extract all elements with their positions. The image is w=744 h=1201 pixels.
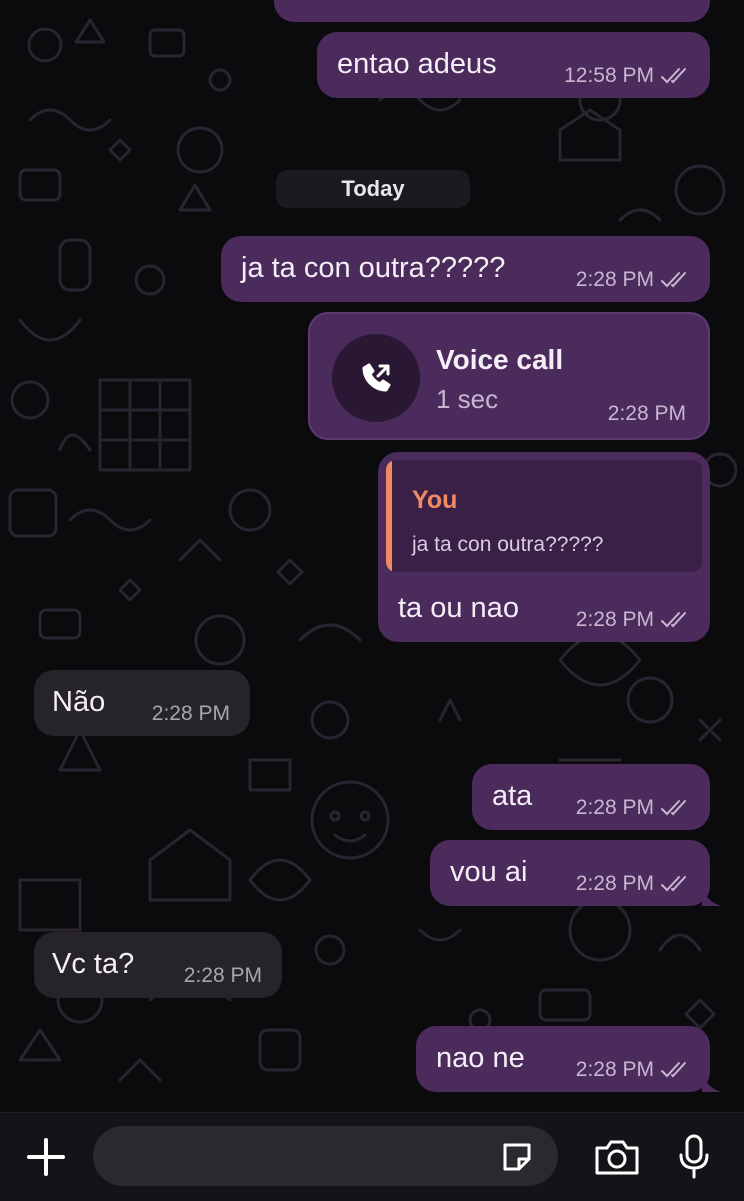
message-time: 2:28 PM: [575, 872, 654, 895]
message-text: Não: [52, 686, 106, 718]
message-bubble-incoming[interactable]: Vc ta? 2:28 PM: [34, 932, 282, 998]
sticker-button[interactable]: [498, 1138, 536, 1176]
message-meta: 2:28 PM: [576, 797, 690, 818]
message-input[interactable]: [93, 1126, 558, 1186]
voice-call-bubble[interactable]: Voice call 1 sec 2:28 PM: [308, 312, 710, 440]
message-time: 2:28 PM: [151, 702, 230, 725]
message-bubble-outgoing[interactable]: [274, 0, 710, 22]
sticker-icon: [503, 1143, 531, 1171]
call-duration: 1 sec: [436, 384, 499, 414]
message-text: entao adeus: [337, 48, 497, 80]
bubble-tail: [702, 886, 722, 906]
double-check-icon: [661, 271, 686, 287]
message-meta: 2:28 PM: [576, 269, 690, 290]
call-title: Voice call: [436, 344, 564, 375]
message-bubble-outgoing[interactable]: ja ta con outra????? 2:28 PM: [221, 236, 710, 302]
message-time: 2:28 PM: [575, 1058, 654, 1081]
message-bubble-outgoing[interactable]: entao adeus 12:58 PM: [317, 32, 710, 98]
message-meta: 12:58 PM: [564, 65, 690, 86]
call-icon-circle: [332, 334, 420, 422]
message-meta: 2:28 PM: [152, 703, 230, 724]
message-time: 2:28 PM: [575, 796, 654, 819]
message-time: 2:28 PM: [575, 268, 654, 291]
message-time: 2:28 PM: [575, 608, 654, 631]
message-time: 2:28 PM: [607, 402, 686, 425]
message-meta: 2:28 PM: [184, 965, 262, 986]
message-text: vou ai: [450, 856, 528, 888]
composer-bar: [0, 1112, 744, 1201]
message-meta: 2:28 PM: [576, 873, 690, 894]
double-check-icon: [661, 67, 686, 83]
quoted-author: You: [412, 486, 458, 514]
plus-icon: [27, 1138, 65, 1176]
camera-button[interactable]: [592, 1135, 642, 1179]
quote-accent-bar: [386, 460, 392, 572]
message-time: 2:28 PM: [183, 964, 262, 987]
chat-area: entao adeus 12:58 PM Today ja ta con out…: [0, 0, 744, 1112]
double-check-icon: [661, 611, 686, 627]
message-bubble-outgoing[interactable]: nao ne 2:28 PM: [416, 1026, 722, 1092]
message-bubble-incoming[interactable]: Não 2:28 PM: [34, 670, 250, 736]
double-check-icon: [661, 875, 686, 891]
message-bubble-outgoing[interactable]: vou ai 2:28 PM: [430, 840, 722, 906]
message-text: Vc ta?: [52, 948, 135, 980]
double-check-icon: [661, 1061, 686, 1077]
attach-button[interactable]: [24, 1135, 68, 1179]
date-separator: Today: [276, 170, 470, 208]
bubble-tail: [702, 1072, 722, 1092]
message-text: ata: [492, 780, 533, 812]
outgoing-call-icon: [362, 363, 391, 392]
quoted-message[interactable]: You ja ta con outra?????: [386, 460, 702, 572]
message-bubble-outgoing[interactable]: ata 2:28 PM: [472, 764, 710, 830]
message-meta: 2:28 PM: [576, 1059, 690, 1080]
microphone-icon: [679, 1134, 709, 1179]
message-text: ja ta con outra?????: [241, 252, 506, 284]
quoted-text: ja ta con outra?????: [412, 533, 604, 556]
message-bubble-outgoing[interactable]: You ja ta con outra????? ta ou nao 2:28 …: [378, 452, 710, 642]
message-time: 12:58 PM: [564, 64, 654, 87]
message-meta: 2:28 PM: [608, 403, 686, 424]
message-text: ta ou nao: [398, 592, 519, 624]
message-meta: 2:28 PM: [576, 609, 690, 630]
message-text: nao ne: [436, 1042, 525, 1074]
microphone-button[interactable]: [672, 1131, 716, 1183]
camera-icon: [595, 1140, 639, 1175]
double-check-icon: [661, 799, 686, 815]
